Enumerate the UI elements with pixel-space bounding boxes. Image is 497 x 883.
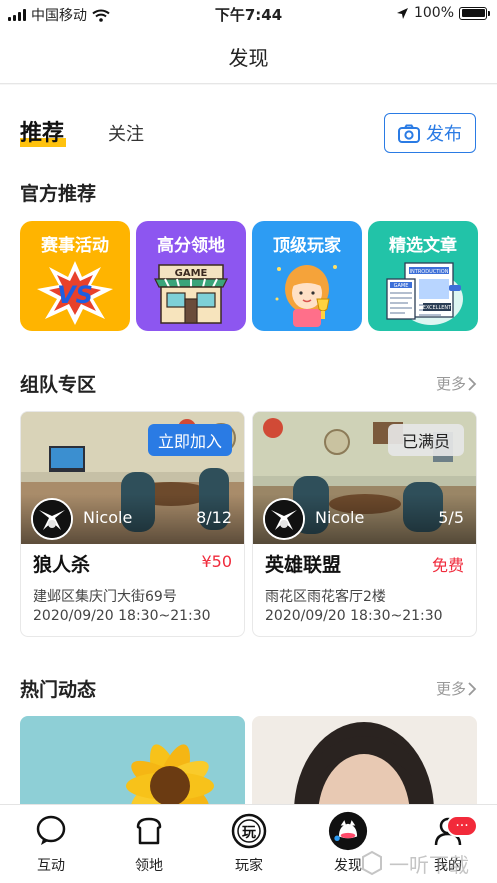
camera-icon xyxy=(398,124,420,143)
member-count: 5/5 xyxy=(438,508,464,527)
host-name: Nicole xyxy=(315,508,365,527)
chevron-right-icon xyxy=(468,376,477,391)
battery-percent: 100% xyxy=(413,5,454,21)
svg-text:VS: VS xyxy=(57,281,93,309)
svg-text:INTRODUCTION: INTRODUCTION xyxy=(410,269,449,275)
category-label: 精选文章 xyxy=(389,236,457,256)
team-game-name: 狼人杀 xyxy=(33,554,91,576)
category-label: 高分领地 xyxy=(157,236,225,256)
category-card-events[interactable]: 赛事活动 VS xyxy=(20,221,130,331)
tab-follow[interactable]: 关注 xyxy=(108,120,144,146)
team-address: 建邺区集庆门大街69号 xyxy=(33,589,177,605)
svg-text:GAME: GAME xyxy=(394,283,409,289)
team-card[interactable]: 立即加入 Nicole 8/12 狼人杀 ¥50 建邺区集庆门大街69号 202… xyxy=(20,411,245,637)
category-label: 赛事活动 xyxy=(41,236,109,256)
svg-text:EXCELLENT: EXCELLENT xyxy=(423,305,452,311)
team-address: 雨花区雨花客厅2楼 xyxy=(265,589,386,605)
portrait-image xyxy=(252,716,477,805)
sunflower-image xyxy=(20,716,245,805)
teams-section-title: 组队专区 xyxy=(20,374,97,396)
svg-text:玩: 玩 xyxy=(242,825,256,841)
member-count: 8/12 xyxy=(196,508,232,527)
tab-players[interactable]: 玩 玩家 xyxy=(219,811,279,875)
articles-illustration-icon: INTRODUCTION GAME EXCELLENT xyxy=(386,262,463,325)
page-title: 发现 xyxy=(228,46,269,70)
team-game-name: 英雄联盟 xyxy=(265,554,342,576)
publish-button[interactable]: 发布 xyxy=(384,113,476,153)
play-badge-icon: 玩 xyxy=(231,813,267,849)
status-bar: 中国移动 下午7:44 100% xyxy=(0,0,497,28)
team-price: ¥50 xyxy=(201,552,232,571)
nav-bar: 发现 xyxy=(0,28,497,84)
feed-tabs: 推荐 关注 xyxy=(20,115,144,147)
teams-more-link[interactable]: 更多 xyxy=(436,373,477,394)
category-label: 顶级玩家 xyxy=(273,236,341,256)
tab-territory[interactable]: 领地 xyxy=(119,811,179,875)
location-arrow-icon xyxy=(396,7,408,19)
battery-icon xyxy=(459,6,490,20)
hot-more-link[interactable]: 更多 xyxy=(436,678,477,699)
category-card-territory[interactable]: 高分领地 GAME xyxy=(136,221,246,331)
discover-icon xyxy=(328,811,368,851)
player-trophy-illustration-icon xyxy=(275,265,337,327)
tab-recommend[interactable]: 推荐 xyxy=(20,115,67,147)
team-price: 免费 xyxy=(431,556,464,575)
discover-content[interactable]: 推荐 关注 发布 官方推荐 赛事活动 VS 高分领地 GAME 顶级玩家 精选文… xyxy=(0,85,497,805)
vs-illustration-icon: VS xyxy=(37,261,113,325)
category-card-top-players[interactable]: 顶级玩家 xyxy=(252,221,362,331)
host-avatar xyxy=(31,498,73,540)
watermark: 一听下载 xyxy=(361,848,491,878)
feed-card-sunflower[interactable] xyxy=(20,716,245,805)
host-name: Nicole xyxy=(83,508,133,527)
team-time: 2020/09/20 18:30~21:30 xyxy=(265,608,443,624)
join-now-badge[interactable]: 立即加入 xyxy=(147,424,232,456)
notification-badge: ··· xyxy=(446,815,478,837)
watermark-logo-icon xyxy=(362,850,382,876)
category-card-articles[interactable]: 精选文章 INTRODUCTION GAME EXCELLENT xyxy=(368,221,478,331)
chevron-right-icon xyxy=(468,681,477,696)
full-badge: 已满员 xyxy=(387,424,464,456)
team-card[interactable]: 已满员 Nicole 5/5 英雄联盟 免费 雨花区雨花客厅2楼 2020/09… xyxy=(252,411,477,637)
chat-bubble-icon xyxy=(36,815,66,845)
feed-card-portrait[interactable] xyxy=(252,716,477,805)
team-time: 2020/09/20 18:30~21:30 xyxy=(33,608,211,624)
official-section-title: 官方推荐 xyxy=(20,183,97,205)
bread-icon xyxy=(136,817,162,845)
host-avatar xyxy=(263,498,305,540)
game-shop-illustration-icon: GAME xyxy=(154,264,228,324)
hot-section-title: 热门动态 xyxy=(20,679,97,701)
svg-text:GAME: GAME xyxy=(175,268,208,279)
publish-label: 发布 xyxy=(426,124,462,145)
tab-interact[interactable]: 互动 xyxy=(21,811,81,875)
